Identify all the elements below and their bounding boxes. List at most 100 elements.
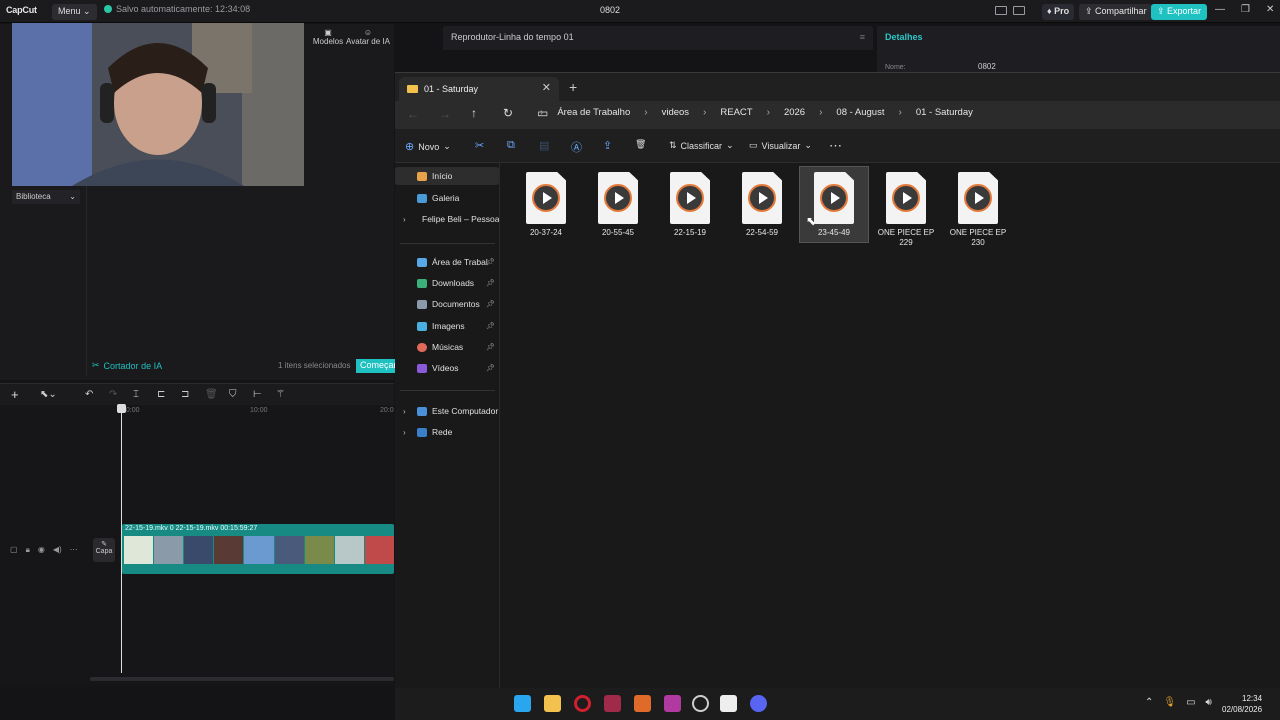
undo-icon[interactable]: ↶	[85, 389, 93, 400]
library-dropdown[interactable]: Biblioteca ⌄	[12, 190, 80, 204]
shield-icon[interactable]: ⛉	[229, 389, 237, 400]
share-icon[interactable]: ⇪	[603, 139, 612, 152]
explorer-tab[interactable]: 01 - Saturday ✕	[399, 77, 559, 101]
more-options-icon[interactable]: ⋯	[829, 138, 842, 154]
chevron-right-icon[interactable]: ›	[403, 428, 406, 437]
avatar-label: Avatar de IA	[346, 37, 390, 46]
new-tab-icon[interactable]: +	[569, 79, 577, 95]
restore-icon[interactable]: ❐	[1241, 4, 1250, 15]
close-icon[interactable]: ✕	[542, 81, 551, 94]
network-icon	[417, 427, 427, 437]
add-icon[interactable]: +	[11, 387, 19, 402]
webcam-overlay	[12, 23, 304, 186]
breadcrumb-item[interactable]: 08 - August	[836, 107, 884, 118]
layout-controls[interactable]	[995, 6, 1025, 15]
app-icon[interactable]	[604, 695, 621, 712]
wand-icon[interactable]: ⚚	[276, 389, 285, 400]
rename-icon[interactable]: Ⓐ	[571, 139, 582, 155]
more-icon[interactable]: ⋯	[70, 545, 78, 555]
sidebar-item-music[interactable]: Músicas 📌︎	[395, 338, 499, 356]
breadcrumb-item[interactable]: REACT	[720, 107, 752, 118]
clock[interactable]: 12:34 02/08/2026	[1222, 693, 1262, 715]
start-button[interactable]: Começar	[356, 359, 397, 373]
paste-icon[interactable]: ▤	[539, 139, 549, 152]
split-icon[interactable]: ⌶	[133, 389, 139, 400]
copy-icon[interactable]: ⧉	[507, 139, 515, 152]
models-tool[interactable]: ▣ Modelos	[312, 28, 344, 46]
display-icon[interactable]: ▭	[1186, 697, 1195, 708]
pencil-icon: ✎	[101, 541, 107, 548]
back-icon[interactable]: ←	[407, 107, 419, 121]
view-button[interactable]: ▭ Visualizar ⌄	[749, 140, 812, 151]
trash-icon[interactable]: 🗑	[635, 139, 646, 150]
cover-button[interactable]: ✎ Capa	[93, 538, 115, 562]
timeline-scrollbar[interactable]	[90, 677, 394, 681]
track-select-icon[interactable]: ▢	[10, 545, 18, 555]
share-button[interactable]: ⇪ Compartilhar	[1079, 4, 1153, 20]
sidebar-item-documents[interactable]: Documentos 📌︎	[395, 295, 499, 313]
chevron-right-icon[interactable]: ›	[403, 215, 406, 224]
export-button[interactable]: ⇪ Exportar	[1151, 4, 1208, 20]
chevron-right-icon[interactable]: ›	[403, 407, 406, 416]
refresh-icon[interactable]: ↻	[503, 106, 513, 120]
sidebar-divider	[400, 243, 495, 244]
pin-icon: 📌︎	[486, 365, 495, 372]
lock-icon[interactable]: 🔒︎	[26, 545, 30, 555]
sidebar-item-videos[interactable]: Vídeos 📌︎	[395, 359, 499, 377]
app-icon[interactable]	[692, 695, 709, 712]
windows-start-icon[interactable]	[514, 695, 531, 712]
sidebar-item-images[interactable]: Imagens 📌︎	[395, 317, 499, 335]
file-item[interactable]: 22-15-19	[656, 168, 724, 238]
sidebar-item-home[interactable]: Início	[395, 167, 499, 185]
sidebar-item-downloads[interactable]: Downloads 📌︎	[395, 274, 499, 292]
sidebar-item-desktop[interactable]: Área de Trabalho📌︎	[395, 253, 499, 271]
discord-icon[interactable]	[750, 695, 767, 712]
file-item[interactable]: ONE PIECE EP 230	[944, 168, 1012, 247]
breadcrumb-item[interactable]: 2026	[784, 107, 805, 118]
file-item[interactable]: ONE PIECE EP 229	[872, 168, 940, 247]
menu-button[interactable]: Menu ⌄	[52, 4, 97, 20]
sidebar-item-onedrive[interactable]: › Felipe Beli – Pessoa	[395, 210, 499, 228]
close-icon[interactable]: ✕	[1266, 4, 1274, 15]
redo-icon[interactable]: ↷	[109, 389, 117, 400]
file-explorer-icon[interactable]	[544, 695, 561, 712]
opera-icon[interactable]	[574, 695, 591, 712]
breadcrumb-item[interactable]: videos	[662, 107, 689, 118]
layout-icon[interactable]	[995, 6, 1007, 15]
crop-icon[interactable]: ⊢	[253, 389, 262, 400]
playhead[interactable]	[121, 405, 122, 673]
volume-icon[interactable]: ◀)	[53, 545, 62, 555]
select-tool-icon[interactable]: ⬉⌄	[40, 389, 57, 400]
forward-icon[interactable]: →	[439, 107, 451, 121]
delete-icon[interactable]: 🗑	[205, 389, 218, 400]
cut-icon[interactable]: ✂	[475, 139, 484, 152]
breadcrumb-item[interactable]: 01 - Saturday	[916, 107, 973, 118]
file-item[interactable]: 20-37-24	[512, 168, 580, 238]
stack-app-icon[interactable]	[634, 695, 651, 712]
file-item[interactable]: 20-55-45	[584, 168, 652, 238]
minimize-icon[interactable]: —	[1215, 4, 1225, 15]
sidebar-item-gallery[interactable]: Galeria	[395, 189, 499, 207]
shortcuts-icon[interactable]	[1013, 6, 1025, 15]
trim-right-icon[interactable]: ⊐	[181, 389, 189, 400]
sort-button[interactable]: ⇅ Classificar ⌄	[669, 140, 734, 151]
player-menu-icon[interactable]: ≡	[860, 32, 865, 42]
playhead-handle[interactable]	[117, 404, 126, 413]
pro-button[interactable]: ♦ Pro	[1042, 4, 1075, 20]
volume-icon[interactable]: 🔊︎	[1206, 697, 1212, 708]
new-button[interactable]: ⊕ Novo ⌄	[405, 140, 451, 153]
capcut-icon[interactable]	[720, 695, 737, 712]
microphone-icon[interactable]: 🎙︎	[1163, 697, 1176, 708]
app-icon[interactable]	[664, 695, 681, 712]
chevron-up-icon[interactable]: ⌃	[1145, 697, 1153, 708]
ai-cutter-banner[interactable]: ✂ Cortador de IA	[92, 360, 162, 371]
file-name: ONE PIECE EP 230	[949, 228, 1007, 247]
ai-avatar-tool[interactable]: ☺ Avatar de IA	[346, 28, 390, 46]
file-item[interactable]: 22-54-59	[728, 168, 796, 238]
up-icon[interactable]: ↑	[471, 106, 477, 120]
sidebar-item-network[interactable]: › Rede	[395, 423, 499, 441]
breadcrumb-item[interactable]: Área de Trabalho	[557, 107, 630, 118]
sidebar-item-this-pc[interactable]: › Este Computador	[395, 402, 499, 420]
trim-left-icon[interactable]: ⊏	[157, 389, 165, 400]
eye-icon[interactable]: ◉	[38, 545, 45, 555]
